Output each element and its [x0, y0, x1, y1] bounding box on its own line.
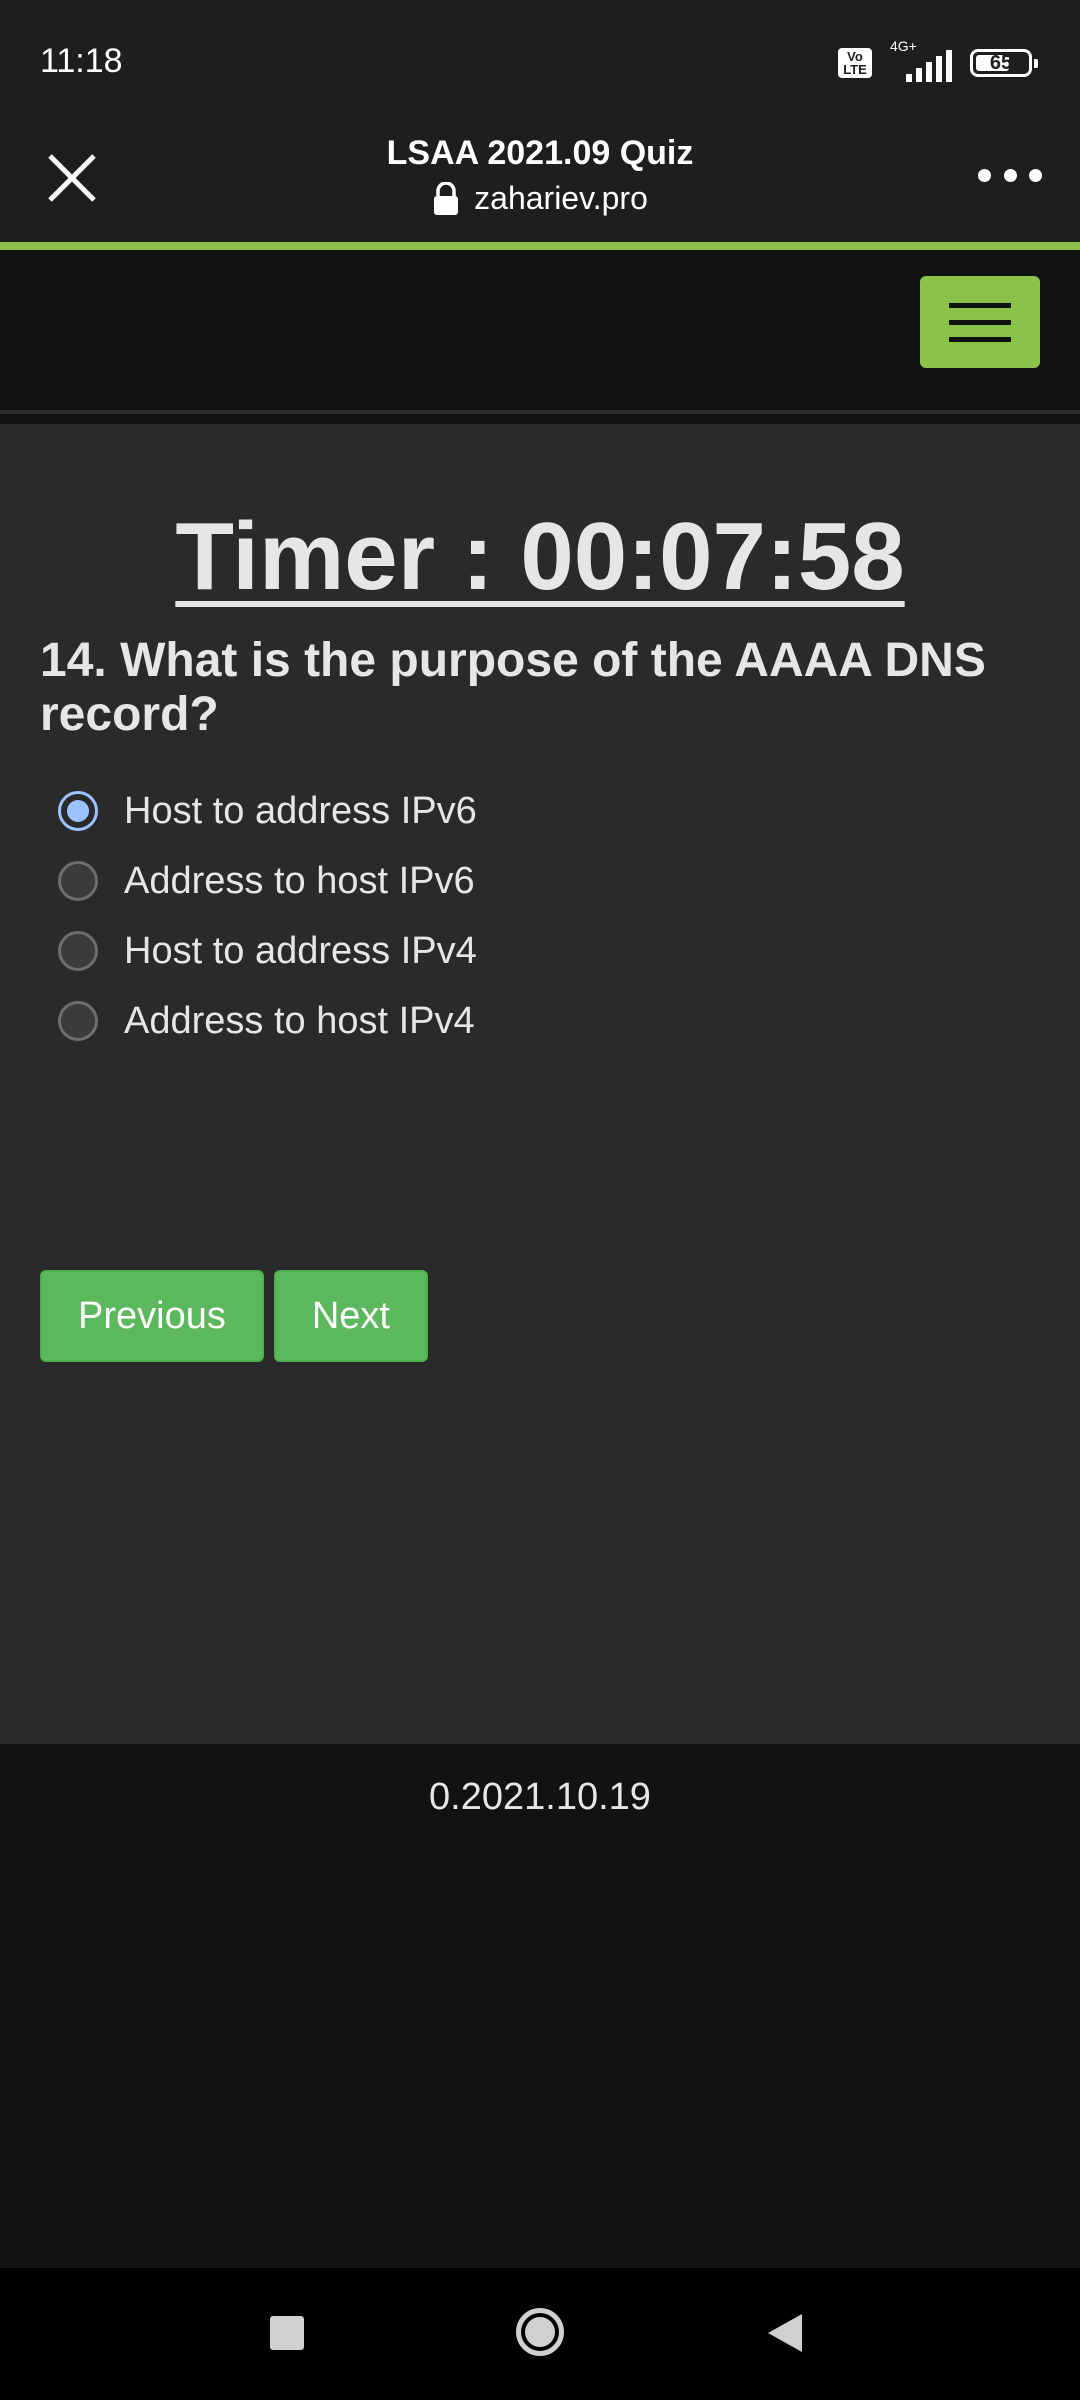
more-options-icon-dot [978, 168, 991, 182]
hamburger-menu-button[interactable] [920, 276, 1040, 368]
answer-option[interactable]: Host to address IPv6 [58, 776, 477, 846]
status-icons: Vo LTE 4G+ 65 [838, 38, 1038, 82]
page-load-progress-fill [0, 242, 1080, 250]
radio-button[interactable] [58, 1001, 98, 1041]
quiz-navigation: Previous Next [40, 1270, 428, 1362]
answer-option-label: Address to host IPv4 [124, 999, 475, 1042]
answer-option[interactable]: Address to host IPv4 [58, 986, 477, 1056]
answer-option-label: Host to address IPv4 [124, 929, 477, 972]
triangle-back-icon[interactable] [768, 2314, 802, 2352]
signal-icon: 4G+ [886, 38, 956, 82]
page-load-progress [0, 242, 1080, 250]
url-display[interactable]: zahariev.pro [0, 180, 1080, 217]
quiz-timer: Timer : 00:07:58 [175, 503, 905, 610]
page-footer: 0.2021.10.19 [0, 1744, 1080, 2268]
radio-button[interactable] [58, 931, 98, 971]
hamburger-menu-icon-line [949, 336, 1011, 342]
site-navbar [0, 250, 1080, 414]
square-recents-icon[interactable] [270, 2316, 304, 2350]
radio-button[interactable] [58, 791, 98, 831]
browser-toolbar: LSAA 2021.09 Quiz zahariev.pro [0, 120, 1080, 242]
volte-bottom-text: LTE [843, 62, 867, 77]
circle-home-icon[interactable] [516, 2308, 564, 2356]
next-button[interactable]: Next [273, 1270, 428, 1362]
answer-options: Host to address IPv6 Address to host IPv… [58, 776, 477, 1056]
more-options-icon-dot [1003, 168, 1017, 182]
radio-button[interactable] [58, 861, 98, 901]
page-title: LSAA 2021.09 Quiz [386, 134, 694, 172]
status-bar: 11:18 Vo LTE 4G+ 65 [0, 0, 1080, 120]
battery-icon: 65 [970, 49, 1038, 77]
quiz-container: Timer : 00:07:58 14. What is the purpose… [0, 424, 1080, 1744]
volte-icon: Vo LTE [838, 48, 872, 78]
version-text: 0.2021.10.19 [429, 1776, 651, 1818]
answer-option-label: Address to host IPv6 [124, 859, 475, 902]
system-navigation-bar [0, 2268, 1080, 2400]
url-text: zahariev.pro [474, 180, 648, 216]
answer-option[interactable]: Host to address IPv4 [58, 916, 477, 986]
question-text: 14. What is the purpose of the AAAA DNS … [40, 634, 986, 741]
more-options-button[interactable] [978, 160, 1042, 190]
answer-option-label: Host to address IPv6 [124, 789, 477, 832]
answer-option[interactable]: Address to host IPv6 [58, 846, 477, 916]
status-time: 11:18 [40, 42, 123, 80]
lock-icon [434, 181, 459, 215]
previous-button[interactable]: Previous [40, 1270, 264, 1362]
hamburger-menu-icon-line [949, 302, 1011, 308]
more-options-icon-dot [1029, 168, 1042, 182]
battery-level: 65 [989, 51, 1013, 74]
hamburger-menu-icon-line [949, 319, 1011, 325]
